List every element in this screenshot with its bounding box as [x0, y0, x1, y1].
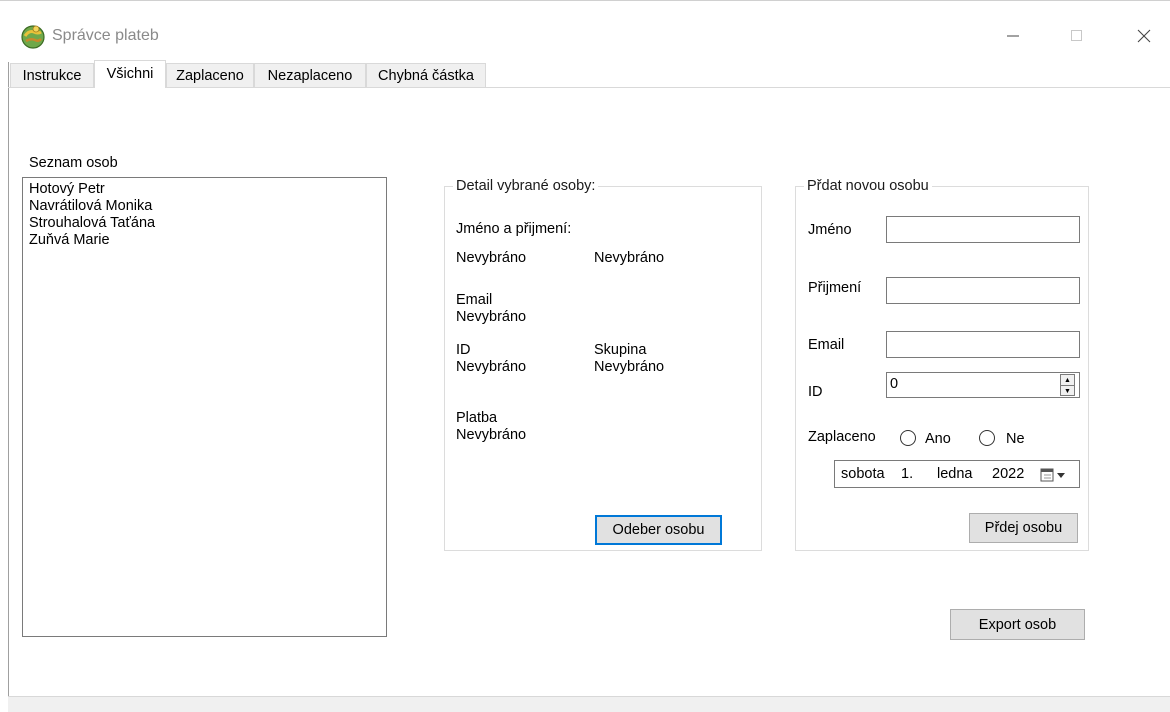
- date-year: 2022: [992, 466, 1025, 482]
- person-list[interactable]: Hotový Petr Navrátilová Monika Strouhalo…: [22, 177, 387, 637]
- date-picker[interactable]: sobota 1. ledna 2022: [834, 460, 1080, 488]
- id-numeric-input[interactable]: 0: [886, 372, 1080, 398]
- remove-person-button[interactable]: Odeber osobu: [595, 515, 722, 545]
- last-name-input[interactable]: [886, 277, 1080, 304]
- paid-yes-radio[interactable]: [900, 430, 916, 446]
- detail-group-label: Skupina: [594, 342, 647, 358]
- tab-nezaplaceno[interactable]: Nezaplaceno: [254, 63, 366, 87]
- maximize-button[interactable]: [1057, 18, 1097, 54]
- list-item[interactable]: Zuňvá Marie: [29, 232, 386, 249]
- detail-email-label: Email: [456, 292, 493, 308]
- tab-vsichni[interactable]: Všichni: [94, 60, 166, 88]
- window-top-border: [0, 0, 1170, 1]
- tab-chybna-castka[interactable]: Chybná částka: [366, 63, 486, 87]
- minimize-button[interactable]: [993, 18, 1033, 54]
- app-icon: [20, 24, 46, 50]
- calendar-dropdown-icon[interactable]: [1040, 467, 1070, 487]
- detail-payment-value: Nevybráno: [456, 427, 527, 443]
- minimize-icon: [1007, 35, 1019, 37]
- app-window: Správce plateb Instrukce Všichni Zaplace…: [0, 0, 1170, 712]
- date-month: ledna: [937, 466, 973, 482]
- add-person-group-title: Přdat novou osobu: [804, 178, 932, 194]
- tab-strip: Instrukce Všichni Zaplaceno Nezaplaceno …: [8, 60, 1170, 89]
- id-value: 0: [890, 376, 899, 392]
- id-spinner[interactable]: ▲ ▼: [1060, 374, 1075, 396]
- detail-id-value: Nevybráno: [456, 359, 527, 375]
- window-title: Správce plateb: [52, 27, 159, 44]
- export-persons-button[interactable]: Export osob: [950, 609, 1085, 640]
- last-name-label: Přijmení: [808, 280, 862, 296]
- person-list-label: Seznam osob: [29, 155, 118, 171]
- id-label: ID: [808, 384, 823, 400]
- email-input[interactable]: [886, 331, 1080, 358]
- list-item[interactable]: Navrátilová Monika: [29, 198, 386, 215]
- add-person-button[interactable]: Přdej osobu: [969, 513, 1078, 543]
- maximize-icon: [1071, 30, 1082, 41]
- paid-yes-label: Ano: [925, 431, 951, 447]
- client-left-border: [8, 62, 9, 702]
- date-day-name: sobota: [841, 466, 885, 482]
- date-day: 1.: [901, 466, 914, 482]
- detail-email-value: Nevybráno: [456, 309, 527, 325]
- close-icon: [1137, 29, 1151, 43]
- detail-first-name-value: Nevybráno: [456, 250, 527, 266]
- detail-payment-label: Platba: [456, 410, 498, 426]
- spin-down-icon[interactable]: ▼: [1061, 386, 1074, 396]
- detail-group-title: Detail vybrané osoby:: [453, 178, 599, 194]
- detail-last-name-value: Nevybráno: [594, 250, 665, 266]
- list-item[interactable]: Strouhalová Taťána: [29, 215, 386, 232]
- paid-label: Zaplaceno: [808, 429, 876, 445]
- email-label: Email: [808, 337, 845, 353]
- close-button[interactable]: [1124, 18, 1164, 54]
- detail-group-value: Nevybráno: [594, 359, 665, 375]
- detail-name-label: Jméno a přijmení:: [456, 221, 572, 237]
- first-name-input[interactable]: [886, 216, 1080, 243]
- list-item[interactable]: Hotový Petr: [29, 181, 386, 198]
- spin-up-icon[interactable]: ▲: [1061, 375, 1074, 385]
- tab-instrukce[interactable]: Instrukce: [10, 63, 94, 87]
- tab-zaplaceno[interactable]: Zaplaceno: [166, 63, 254, 87]
- first-name-label: Jméno: [808, 222, 852, 238]
- paid-no-radio[interactable]: [979, 430, 995, 446]
- paid-no-label: Ne: [1006, 431, 1025, 447]
- status-bar: [8, 696, 1170, 712]
- tab-divider: [8, 87, 1170, 88]
- detail-id-label: ID: [456, 342, 471, 358]
